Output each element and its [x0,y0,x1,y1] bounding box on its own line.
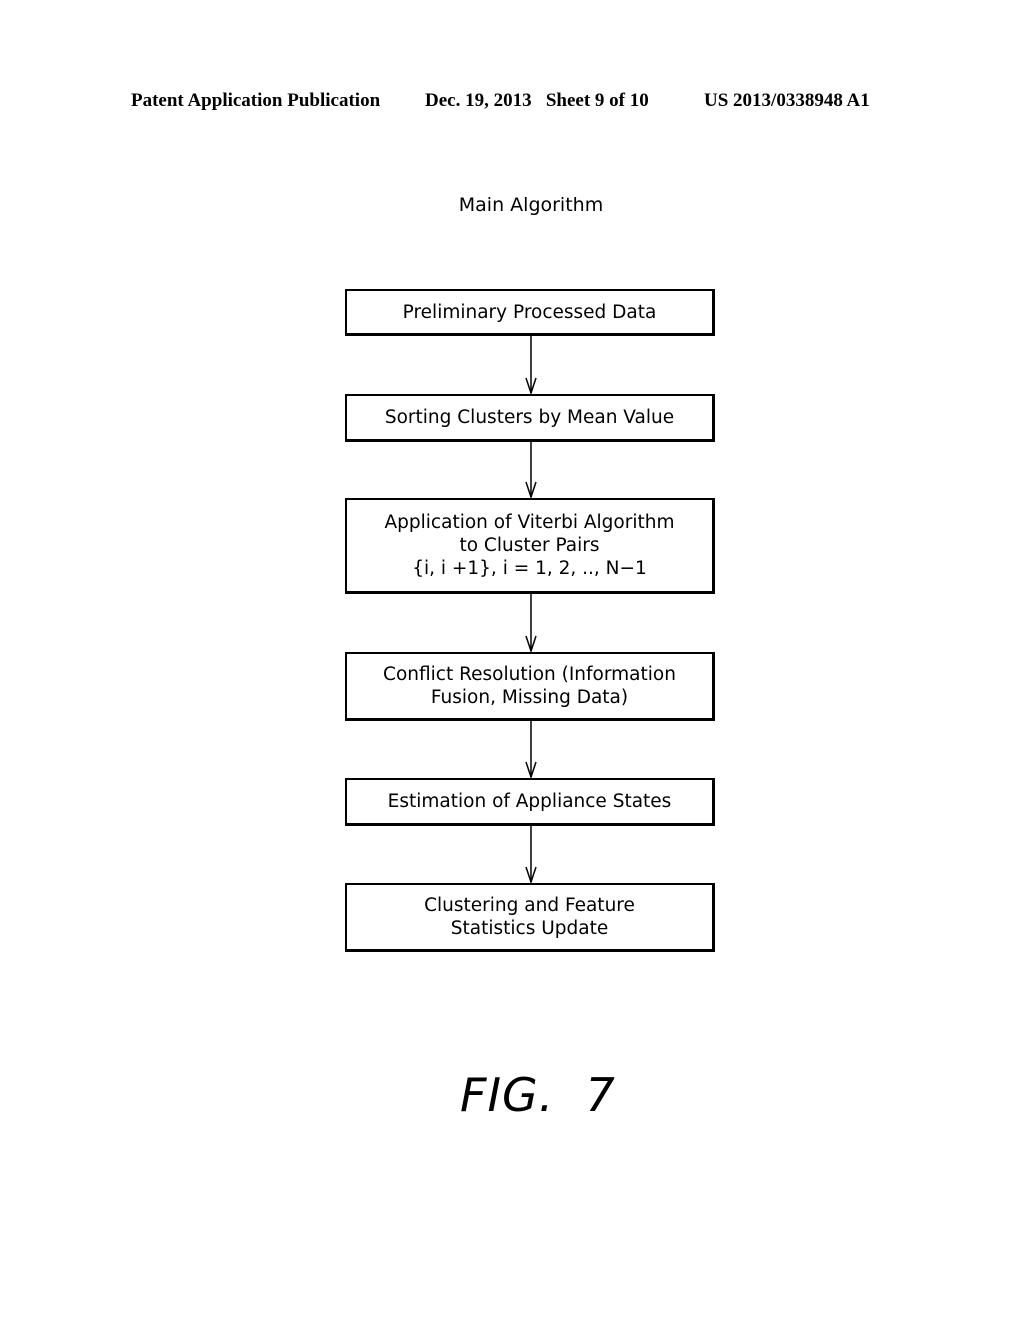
step-label: Sorting Clusters by Mean Value [384,407,675,428]
step-preliminary-processed-data: Preliminary Processed Data [345,289,715,336]
step-label: Estimation of Appliance States [387,791,672,812]
step-label: Clustering and Feature Statistics Update [424,895,635,939]
arrow-5-to-6 [525,826,537,885]
step-viterbi-algorithm: Application of Viterbi Algorithm to Clus… [345,498,715,594]
step-clustering-statistics-update: Clustering and Feature Statistics Update [345,883,715,952]
step-sorting-clusters: Sorting Clusters by Mean Value [345,394,715,442]
figure-label: FIG. 7 [460,1068,616,1122]
step-label: Preliminary Processed Data [402,301,657,323]
step-label: Application of Viterbi Algorithm to Clus… [384,512,675,579]
step-conflict-resolution: Conflict Resolution (Information Fusion,… [345,652,715,721]
arrow-2-to-3 [525,442,537,500]
step-estimation-appliance-states: Estimation of Appliance States [345,778,715,826]
arrow-1-to-2 [525,336,537,396]
arrow-3-to-4 [525,594,537,654]
step-label: Conflict Resolution (Information Fusion,… [383,664,676,708]
arrow-4-to-5 [525,721,537,780]
